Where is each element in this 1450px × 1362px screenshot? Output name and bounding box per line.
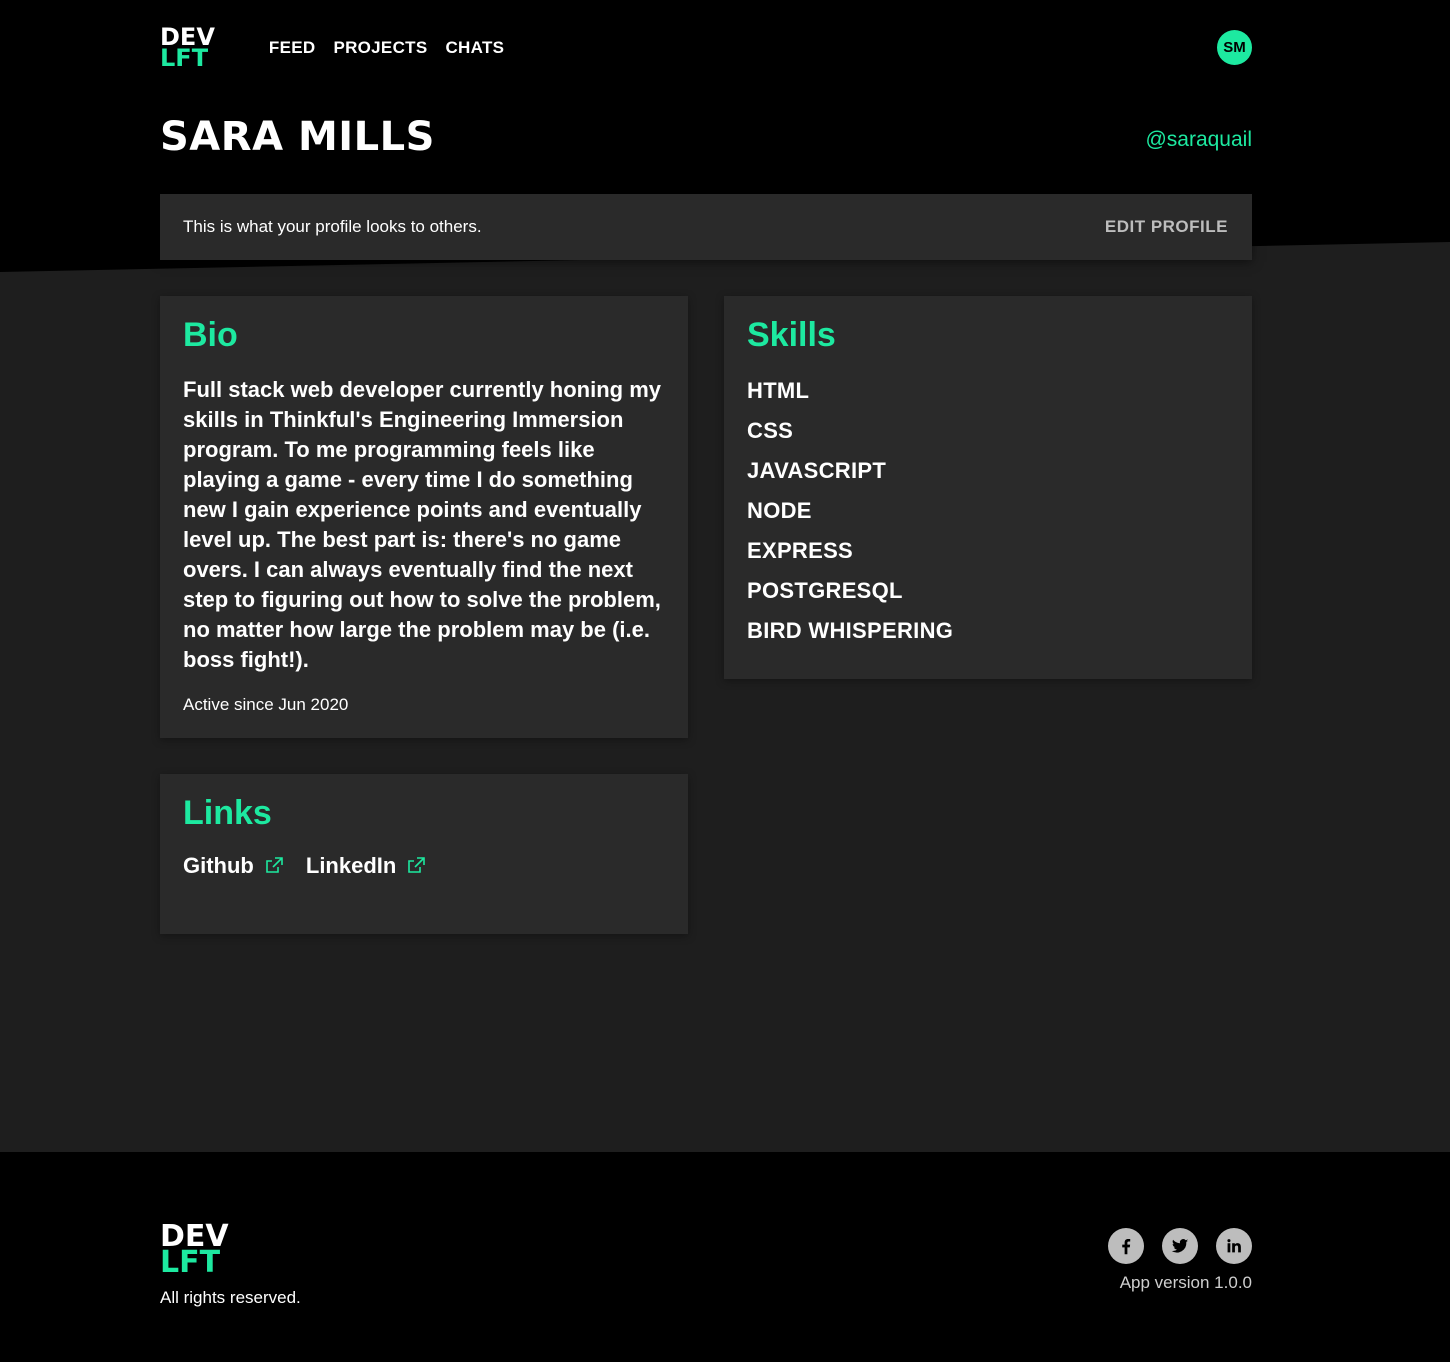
nav-item-projects[interactable]: PROJECTS xyxy=(333,38,427,58)
edit-profile-button[interactable]: EDIT PROFILE xyxy=(1105,217,1228,237)
linkedin-icon[interactable] xyxy=(1216,1228,1252,1264)
twitter-icon[interactable] xyxy=(1162,1228,1198,1264)
skill-item: EXPRESS xyxy=(747,538,854,563)
social-links xyxy=(1108,1228,1252,1264)
bio-heading: Bio xyxy=(183,316,238,354)
user-handle: @saraquail xyxy=(1145,128,1252,151)
left-column: Bio Full stack web developer currently h… xyxy=(160,296,688,934)
right-column: Skills HTML CSS JAVASCRIPT NODE EXPRESS … xyxy=(724,296,1252,934)
avatar[interactable]: SM xyxy=(1217,30,1252,65)
external-link-icon xyxy=(266,857,283,873)
skills-list: HTML CSS JAVASCRIPT NODE EXPRESS POSTGRE… xyxy=(747,375,1229,655)
active-since: Active since Jun 2020 xyxy=(183,695,349,714)
link-label: LinkedIn xyxy=(305,853,397,878)
logo[interactable]: DEV LFT xyxy=(160,25,215,70)
nav-item-feed[interactable]: FEED xyxy=(269,38,316,58)
skill-item: BIRD WHISPERING xyxy=(747,618,954,643)
main-nav: FEED PROJECTS CHATS xyxy=(269,38,504,58)
links-list: Github LinkedIn xyxy=(183,853,665,911)
profile-title-row: SARA MILLS @saraquail xyxy=(160,96,1252,194)
external-link-icon xyxy=(408,857,426,873)
skill-item: JAVASCRIPT xyxy=(747,458,887,483)
bio-text: Full stack web developer currently honin… xyxy=(183,377,662,672)
copyright-text: All rights reserved. xyxy=(160,1288,301,1307)
skills-heading: Skills xyxy=(747,316,836,354)
bio-card: Bio Full stack web developer currently h… xyxy=(160,296,688,738)
nav-item-chats[interactable]: CHATS xyxy=(445,38,504,58)
top-nav: DEV LFT FEED PROJECTS CHATS SM xyxy=(160,0,1252,96)
footer: DEV LFT All rights reserved. App version… xyxy=(0,1152,1450,1362)
link-label: Github xyxy=(183,853,254,878)
facebook-icon[interactable] xyxy=(1108,1228,1144,1264)
page-content: DEV LFT FEED PROJECTS CHATS SM SARA MILL… xyxy=(160,0,1252,934)
links-heading: Links xyxy=(183,794,272,832)
linkedin-link[interactable]: LinkedIn xyxy=(306,853,426,879)
app-version: App version 1.0.0 xyxy=(1119,1273,1252,1292)
page-title: SARA MILLS xyxy=(160,114,435,160)
skill-item: HTML xyxy=(747,378,810,403)
profile-preview-notice: This is what your profile looks to other… xyxy=(160,194,1252,260)
skill-item: CSS xyxy=(747,418,794,443)
links-card: Links Github LinkedIn xyxy=(160,774,688,934)
notice-message: This is what your profile looks to other… xyxy=(183,217,482,236)
github-link[interactable]: Github xyxy=(183,853,284,879)
profile-grid: Bio Full stack web developer currently h… xyxy=(160,296,1252,934)
footer-logo[interactable]: DEV LFT xyxy=(160,1221,229,1278)
skills-card: Skills HTML CSS JAVASCRIPT NODE EXPRESS … xyxy=(724,296,1252,679)
skill-item: NODE xyxy=(747,498,812,523)
skill-item: POSTGRESQL xyxy=(747,578,903,603)
